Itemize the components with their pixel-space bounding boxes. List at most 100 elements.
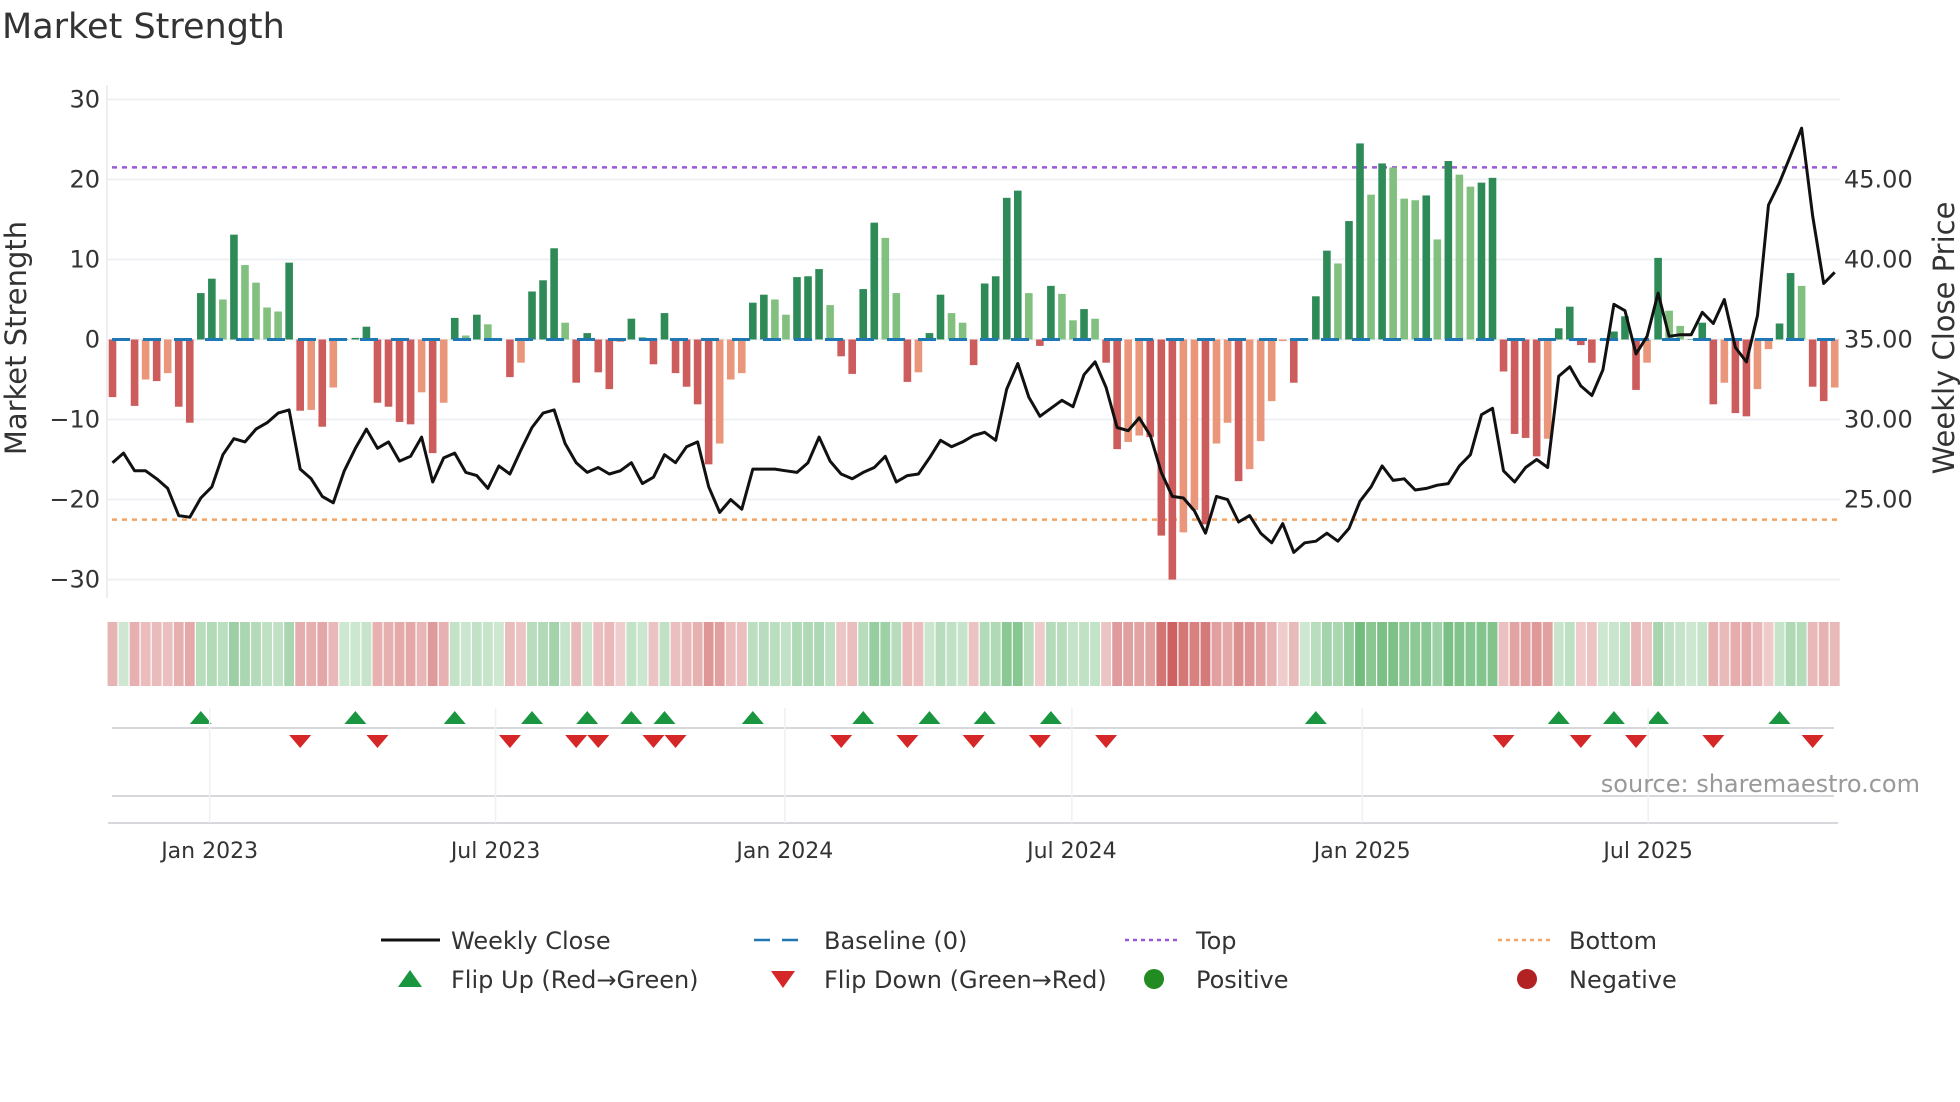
strength-bar bbox=[1786, 273, 1795, 340]
strip-cell bbox=[781, 622, 791, 686]
strip-cell bbox=[946, 622, 957, 686]
market-strength-chart: Market Strength 30 20 10 0 −10 −20 −30 45.00 40… bbox=[0, 7, 1960, 994]
strip-cell bbox=[405, 622, 416, 686]
strength-bar bbox=[351, 337, 360, 340]
strength-bar bbox=[252, 282, 260, 340]
legend-label: Weekly Close bbox=[451, 927, 611, 955]
triangle-up-icon bbox=[398, 970, 422, 987]
strip-cell bbox=[1421, 622, 1432, 686]
strip-cell bbox=[1233, 622, 1244, 686]
strip-cell bbox=[1719, 622, 1730, 686]
strip-cell bbox=[968, 622, 979, 686]
strength-bar bbox=[263, 307, 271, 340]
strength-bar bbox=[1345, 221, 1353, 340]
legend-item: Positive bbox=[1144, 966, 1289, 994]
strip-cell bbox=[1664, 622, 1675, 686]
strip-cell bbox=[1355, 622, 1365, 686]
y2-tick-label: 30.00 bbox=[1844, 406, 1913, 434]
strip-cell bbox=[681, 622, 692, 686]
strength-bar bbox=[362, 326, 371, 340]
strength-bar bbox=[1113, 339, 1121, 450]
strip-cell bbox=[482, 622, 493, 686]
strip-cell bbox=[648, 622, 659, 686]
right-axis-label: Weekly Close Price bbox=[1927, 202, 1960, 475]
flip-up-marker bbox=[653, 711, 676, 724]
strip-cell bbox=[1564, 622, 1575, 686]
strip-cell bbox=[560, 622, 571, 686]
strength-bar bbox=[1168, 339, 1177, 580]
strength-bar bbox=[749, 302, 757, 340]
strength-bar bbox=[1190, 339, 1199, 510]
strength-bar bbox=[285, 262, 293, 340]
flip-down-marker bbox=[962, 735, 985, 748]
strength-bar bbox=[428, 339, 437, 454]
strip-cell bbox=[880, 622, 891, 686]
strength-bar bbox=[804, 276, 812, 340]
strength-bar bbox=[1069, 320, 1077, 340]
strip-cell bbox=[339, 622, 350, 686]
left-axis-label: Market Strength bbox=[0, 221, 33, 455]
strength-bar bbox=[947, 313, 956, 340]
strip-cell bbox=[825, 622, 836, 686]
strip-cell bbox=[1366, 622, 1376, 686]
flip-up-marker bbox=[852, 711, 875, 724]
strength-bar bbox=[208, 278, 216, 340]
strip-cell bbox=[1090, 622, 1100, 686]
strip-cell bbox=[1597, 622, 1608, 686]
strip-cell bbox=[714, 622, 725, 686]
strip-cell bbox=[1244, 622, 1255, 686]
strength-bar bbox=[660, 313, 669, 340]
strength-bar bbox=[737, 339, 746, 374]
strength-bar bbox=[185, 339, 194, 423]
legend-label: Baseline (0) bbox=[824, 927, 967, 955]
strip-cell bbox=[1167, 622, 1178, 686]
strength-bar bbox=[130, 339, 139, 406]
strength-bar bbox=[881, 237, 890, 340]
strip-cell bbox=[1454, 622, 1465, 686]
strength-bar bbox=[1510, 339, 1519, 434]
strength-bar bbox=[870, 222, 879, 340]
strip-cell bbox=[184, 622, 195, 686]
strip-cell bbox=[1763, 622, 1774, 686]
strip-cell bbox=[1432, 622, 1443, 686]
x-tick-label: Jul 2024 bbox=[1025, 839, 1117, 864]
strength-bar bbox=[307, 339, 316, 410]
strip-cell bbox=[206, 622, 217, 686]
strip-cell bbox=[394, 622, 405, 686]
strength-bar bbox=[1080, 309, 1088, 340]
strength-bar bbox=[163, 339, 172, 374]
strip-cell bbox=[924, 622, 935, 686]
strength-bar bbox=[1256, 339, 1265, 442]
x-tick-label: Jan 2023 bbox=[159, 839, 258, 864]
strip-cell bbox=[1333, 622, 1343, 686]
strength-bar bbox=[627, 318, 636, 340]
flip-up-marker bbox=[344, 711, 367, 724]
flip-down-marker bbox=[830, 735, 853, 748]
flip-up-marker bbox=[741, 711, 764, 724]
strip-cell bbox=[1134, 622, 1145, 686]
strength-bar bbox=[704, 339, 713, 465]
strip-cell bbox=[736, 622, 747, 686]
strip-cell bbox=[1509, 622, 1520, 686]
strip-cell bbox=[151, 622, 162, 686]
strength-bar bbox=[1212, 339, 1221, 444]
strip-cell bbox=[471, 622, 482, 686]
strength-bar bbox=[1753, 339, 1762, 390]
strip-cell bbox=[1609, 622, 1619, 686]
strength-bar bbox=[991, 276, 1000, 340]
strength-bar bbox=[1157, 339, 1166, 536]
strip-cell bbox=[1686, 622, 1697, 686]
strip-cell bbox=[670, 622, 681, 686]
legend-label: Bottom bbox=[1569, 927, 1657, 955]
strength-bar bbox=[1499, 339, 1508, 372]
strength-bar bbox=[274, 311, 282, 340]
strip-cell bbox=[758, 622, 769, 686]
x-tick-label: Jan 2024 bbox=[734, 839, 833, 864]
strength-bar bbox=[373, 339, 382, 403]
strength-bar bbox=[1312, 296, 1320, 340]
strength-bar bbox=[1378, 163, 1386, 340]
strip-cell bbox=[1708, 622, 1719, 686]
strip-cell bbox=[1178, 622, 1189, 686]
strip-cell bbox=[372, 622, 383, 686]
strength-bar bbox=[1676, 325, 1684, 340]
